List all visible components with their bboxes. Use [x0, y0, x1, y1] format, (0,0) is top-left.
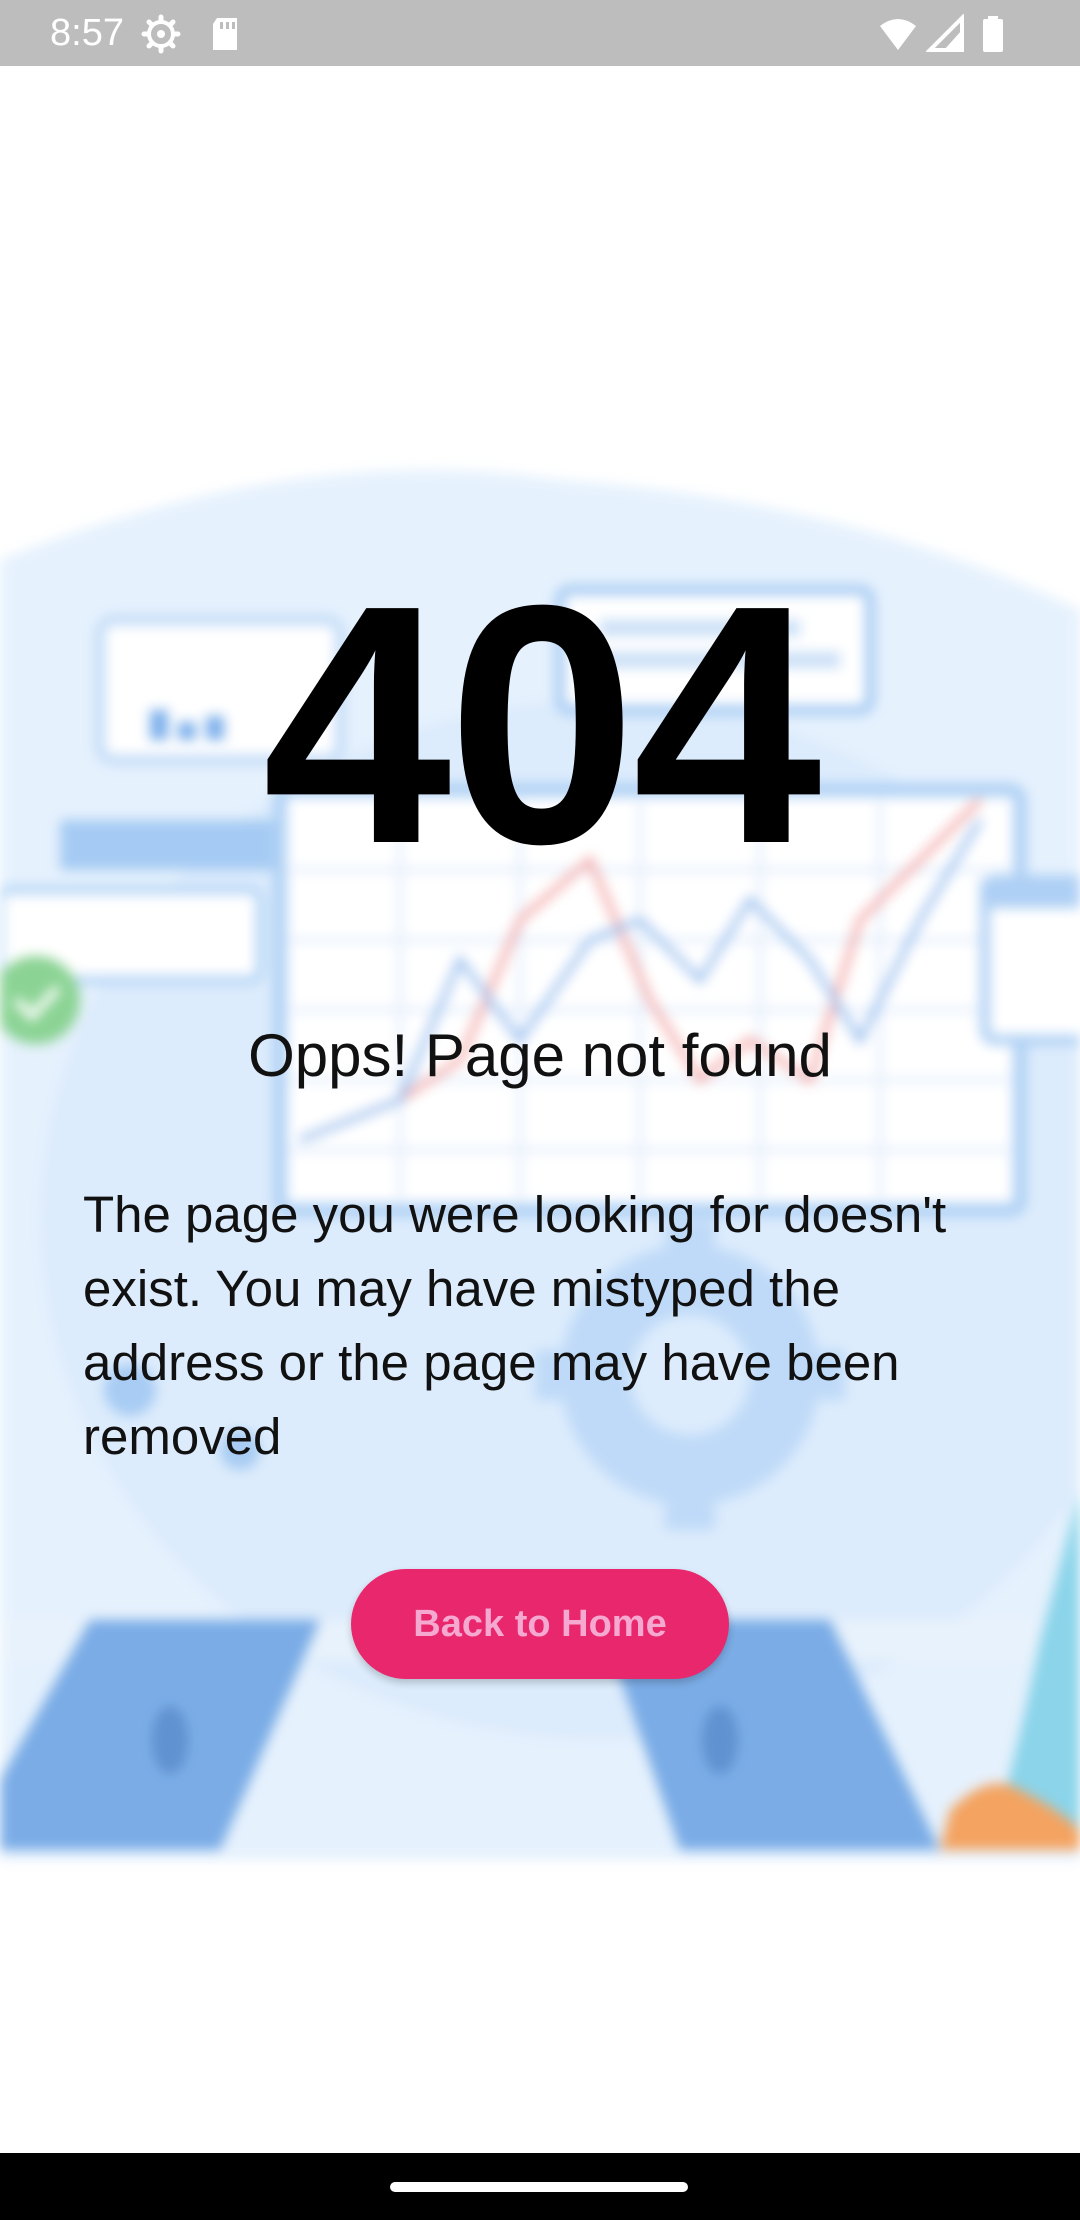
status-time: 8:57: [50, 12, 124, 54]
error-code: 404: [262, 535, 821, 915]
wifi-icon: [880, 19, 916, 50]
error-title: Opps! Page not found: [248, 1022, 832, 1089]
error-message: The page you were looking for doesn't ex…: [83, 1186, 947, 1465]
signal-icon: [926, 14, 964, 52]
settings-icon: [141, 14, 181, 54]
status-bar: 8:57: [0, 0, 1080, 66]
sd-card-icon: [213, 18, 237, 50]
screen: 8:57 404 Opps! Page not found The page y…: [0, 0, 1080, 2220]
battery-icon: [983, 16, 1003, 52]
back-to-home-button[interactable]: Back to Home: [351, 1569, 729, 1679]
home-gesture-handle[interactable]: [390, 2182, 688, 2192]
